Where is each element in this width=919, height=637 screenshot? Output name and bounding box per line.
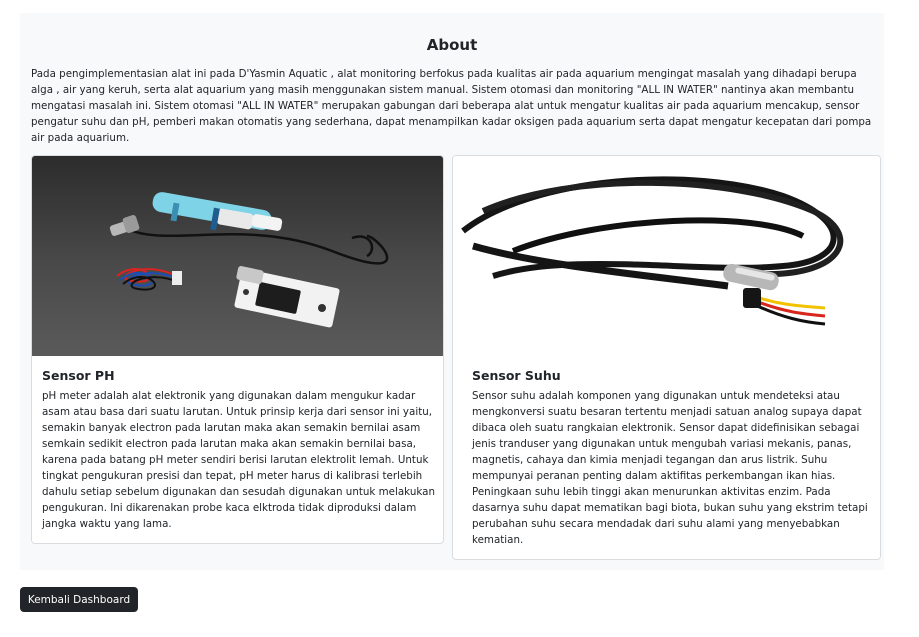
sensor-suhu-image [453,156,880,356]
sensor-ph-image [32,156,443,356]
about-section: About Pada pengimplementasian alat ini p… [20,13,884,570]
about-description: Pada pengimplementasian alat ini pada D'… [31,68,872,144]
page-title: About [426,36,478,54]
sensor-ph-title: Sensor PH [42,368,115,383]
sensor-suhu-card: Sensor Suhu Sensor suhu adalah komponen … [452,155,881,560]
back-to-dashboard-button[interactable]: Kembali Dashboard [20,587,138,612]
sensor-ph-text: pH meter adalah alat elektronik yang dig… [42,390,435,530]
sensor-suhu-text: Sensor suhu adalah komponen yang digunak… [472,390,868,546]
sensor-suhu-title: Sensor Suhu [472,368,561,383]
sensor-ph-card: Sensor PH pH meter adalah alat elektroni… [31,155,444,544]
